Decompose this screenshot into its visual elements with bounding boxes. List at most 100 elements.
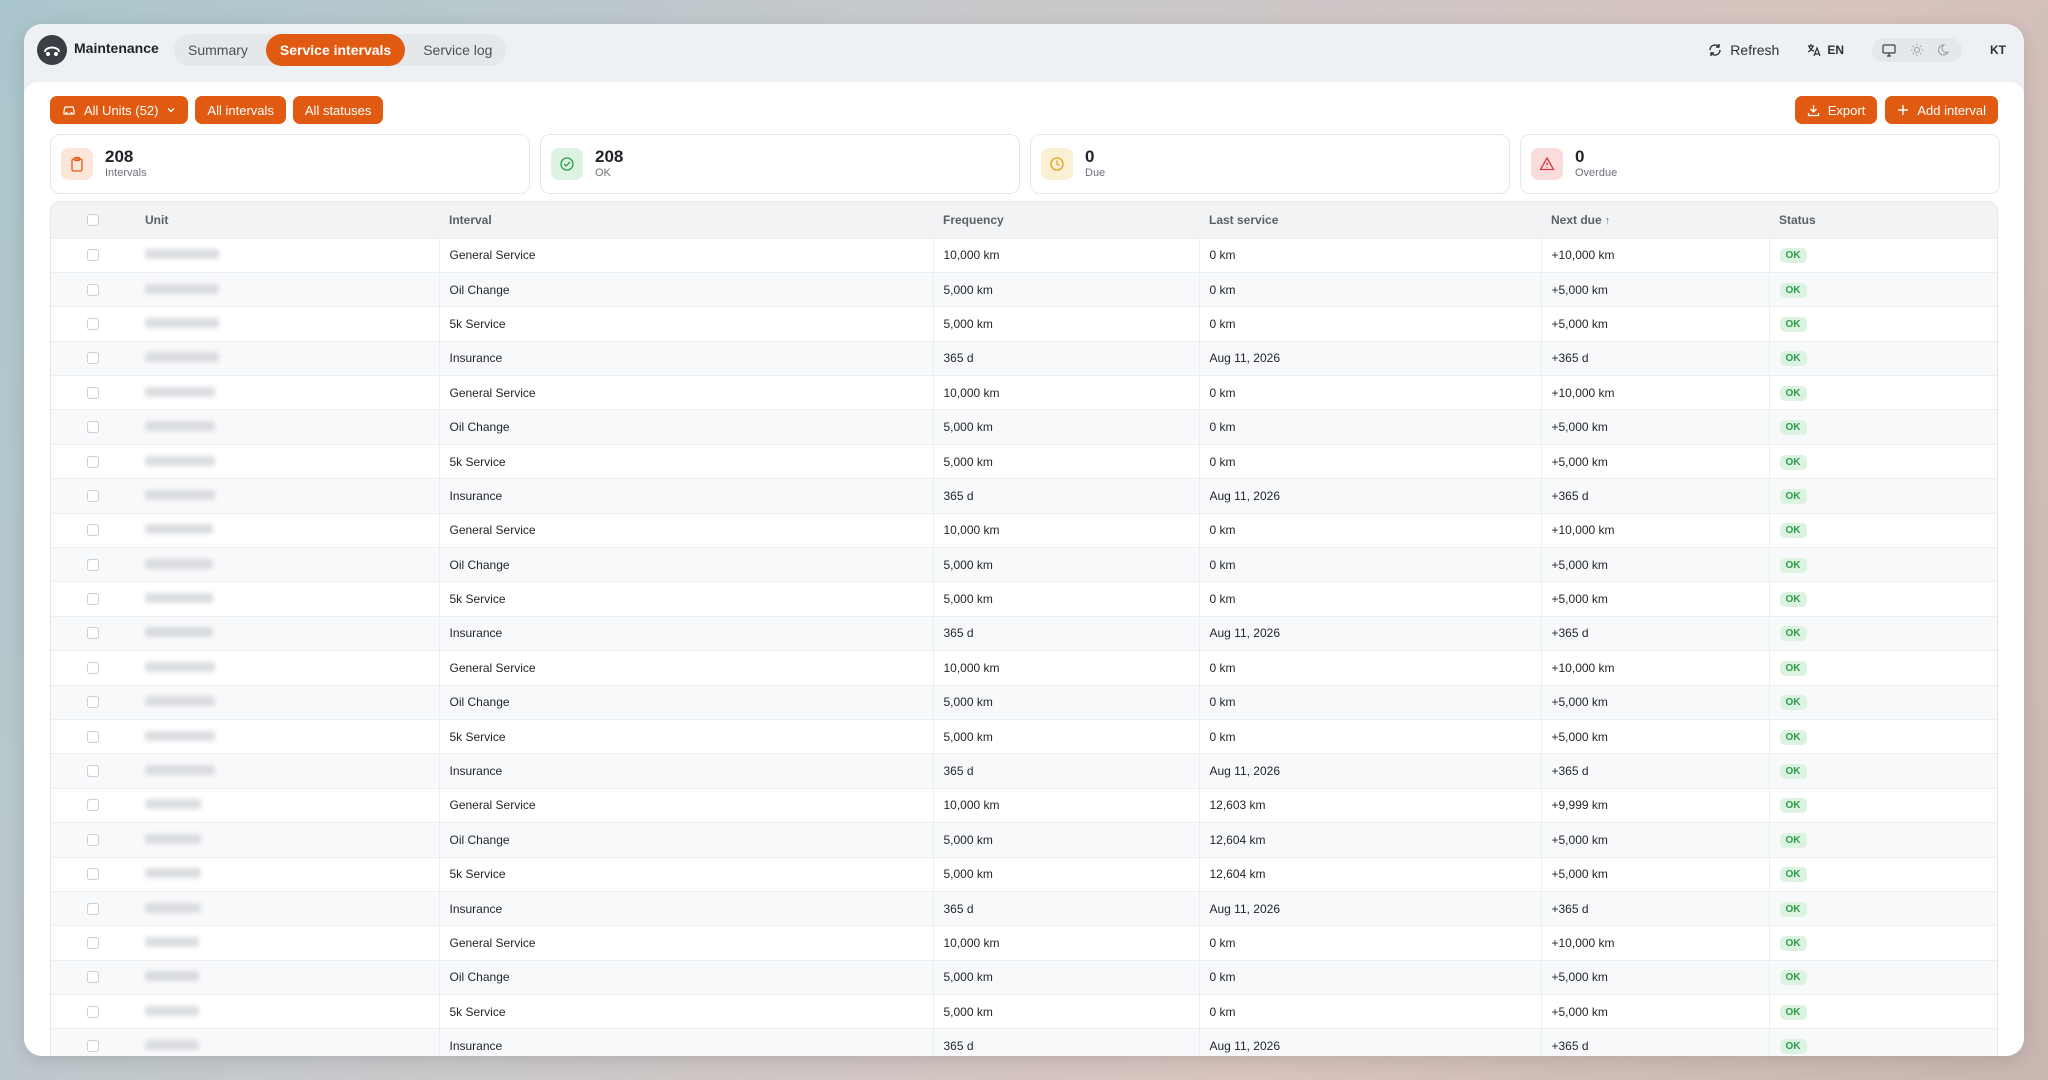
table-row[interactable]: Insurance 365 d Aug 11, 2026 +365 d OK xyxy=(51,341,1997,376)
add-interval-button[interactable]: Add interval xyxy=(1885,96,1998,124)
row-checkbox[interactable] xyxy=(87,283,99,296)
table-row[interactable]: Insurance 365 d Aug 11, 2026 +365 d OK xyxy=(51,1028,1997,1056)
row-checkbox[interactable] xyxy=(87,455,99,468)
frequency-cell: 5,000 km xyxy=(933,306,1200,342)
unit-name-redacted xyxy=(145,1040,199,1051)
unit-name-redacted xyxy=(145,765,215,776)
interval-cell: Oil Change xyxy=(439,409,934,445)
row-checkbox[interactable] xyxy=(87,937,99,949)
row-checkbox[interactable] xyxy=(87,386,99,399)
unit-name-redacted xyxy=(145,558,213,569)
table-row[interactable]: Oil Change 5,000 km 0 km +5,000 km OK xyxy=(51,960,1997,995)
header-unit[interactable]: Unit xyxy=(135,202,439,238)
unit-cell xyxy=(135,547,440,582)
header-last-service[interactable]: Last service xyxy=(1199,202,1541,238)
export-button[interactable]: Export xyxy=(1794,96,1878,124)
tab-service-intervals[interactable]: Service intervals xyxy=(265,34,406,66)
table-row[interactable]: General Service 10,000 km 0 km +10,000 km OK xyxy=(51,925,1997,961)
table-row[interactable]: Insurance 365 d Aug 11, 2026 +365 d OK xyxy=(51,753,1997,789)
header-interval[interactable]: Interval xyxy=(439,202,933,238)
sun-icon[interactable] xyxy=(1908,41,1926,59)
stats-row: 208 Intervals 208 OK 0 Due 0 Overdue xyxy=(50,134,2000,194)
table-row[interactable]: General Service 10,000 km 12,603 km +9,999 … xyxy=(51,788,1997,823)
next-due-cell: +5,000 km xyxy=(1541,272,1770,307)
table-row[interactable]: 5k Service 5,000 km 0 km +5,000 km OK xyxy=(51,719,1997,754)
intervals-filter[interactable]: All intervals xyxy=(195,96,286,124)
table-row[interactable]: Oil Change 5,000 km 0 km +5,000 km OK xyxy=(51,547,1997,582)
status-badge: OK xyxy=(1779,1039,1807,1055)
refresh-button[interactable]: Refresh xyxy=(1708,42,1779,58)
unit-name-redacted xyxy=(145,799,201,810)
user-avatar[interactable]: KT xyxy=(1990,43,2006,57)
table-row[interactable]: 5k Service 5,000 km 12,604 km +5,000 km OK xyxy=(51,857,1997,892)
table-row[interactable]: Insurance 365 d Aug 11, 2026 +365 d OK xyxy=(51,891,1997,926)
app-logo-icon xyxy=(37,35,67,65)
status-cell: OK xyxy=(1769,823,1997,857)
next-due-cell: +5,000 km xyxy=(1541,306,1770,342)
row-checkbox[interactable] xyxy=(87,1040,99,1053)
row-checkbox[interactable] xyxy=(87,627,99,640)
row-checkbox[interactable] xyxy=(87,1005,99,1018)
table-row[interactable]: Oil Change 5,000 km 12,604 km +5,000 km OK xyxy=(51,822,1997,858)
select-all-checkbox[interactable] xyxy=(87,213,99,226)
table-row[interactable]: General Service 10,000 km 0 km +10,000 km OK xyxy=(51,513,1997,548)
table-row[interactable]: Insurance 365 d Aug 11, 2026 +365 d OK xyxy=(51,478,1997,514)
status-cell: OK xyxy=(1769,926,1997,960)
table-row[interactable]: 5k Service 5,000 km 0 km +5,000 km OK xyxy=(51,444,1997,479)
header-next-due[interactable]: Next due ↑ xyxy=(1541,202,1769,238)
table-row[interactable]: Insurance 365 d Aug 11, 2026 +365 d OK xyxy=(51,616,1997,651)
tab-summary[interactable]: Summary xyxy=(174,34,262,66)
row-checkbox[interactable] xyxy=(87,868,99,881)
row-checkbox[interactable] xyxy=(87,352,99,365)
unit-cell xyxy=(135,857,440,892)
next-due-cell: +9,999 km xyxy=(1541,788,1770,823)
row-checkbox[interactable] xyxy=(87,524,99,537)
stat-ok-label: OK xyxy=(595,167,611,179)
table-row[interactable]: 5k Service 5,000 km 0 km +5,000 km OK xyxy=(51,581,1997,617)
table-row[interactable]: Oil Change 5,000 km 0 km +5,000 km OK xyxy=(51,272,1997,307)
row-checkbox[interactable] xyxy=(87,799,99,812)
next-due-cell: +5,000 km xyxy=(1541,822,1770,858)
next-due-cell: +10,000 km xyxy=(1541,375,1770,410)
row-checkbox[interactable] xyxy=(87,902,99,915)
row-checkbox[interactable] xyxy=(87,833,99,846)
row-checkbox[interactable] xyxy=(87,971,99,984)
table-row[interactable]: General Service 10,000 km 0 km +10,000 km OK xyxy=(51,375,1997,410)
status-cell: OK xyxy=(1769,651,1997,685)
table-row[interactable]: Oil Change 5,000 km 0 km +5,000 km OK xyxy=(51,685,1997,720)
units-filter[interactable]: All Units (52) xyxy=(50,96,189,124)
unit-cell xyxy=(135,272,440,307)
monitor-icon[interactable] xyxy=(1880,41,1898,59)
row-checkbox[interactable] xyxy=(87,249,99,262)
row-checkbox[interactable] xyxy=(87,730,99,743)
theme-switcher xyxy=(1872,38,1962,62)
tab-service-log[interactable]: Service log xyxy=(409,34,506,66)
status-badge: OK xyxy=(1779,385,1807,401)
row-select-cell xyxy=(51,960,135,994)
stat-overdue-label: Overdue xyxy=(1575,167,1618,179)
row-checkbox[interactable] xyxy=(87,661,99,674)
table-row[interactable]: General Service 10,000 km 0 km +10,000 km OK xyxy=(51,650,1997,686)
chevron-down-icon xyxy=(167,108,175,113)
status-cell: OK xyxy=(1769,376,1997,410)
row-checkbox[interactable] xyxy=(87,489,99,502)
row-checkbox[interactable] xyxy=(87,696,99,709)
table-row[interactable]: 5k Service 5,000 km 0 km +5,000 km OK xyxy=(51,994,1997,1029)
table-row[interactable]: Oil Change 5,000 km 0 km +5,000 km OK xyxy=(51,409,1997,445)
row-checkbox[interactable] xyxy=(87,593,99,606)
moon-icon[interactable] xyxy=(1936,41,1954,59)
table-row[interactable]: 5k Service 5,000 km 0 km +5,000 km OK xyxy=(51,306,1997,342)
table-row[interactable]: General Service 10,000 km 0 km +10,000 km OK xyxy=(51,238,1997,273)
unit-cell xyxy=(135,616,440,651)
app-window: Maintenance Summary Service intervals Se… xyxy=(24,24,2024,1056)
row-checkbox[interactable] xyxy=(87,421,99,434)
header-frequency[interactable]: Frequency xyxy=(933,202,1199,238)
row-checkbox[interactable] xyxy=(87,558,99,571)
row-checkbox[interactable] xyxy=(87,317,99,330)
frequency-cell: 5,000 km xyxy=(933,857,1200,892)
language-selector[interactable]: EN xyxy=(1807,43,1844,57)
row-checkbox[interactable] xyxy=(87,765,99,778)
statuses-filter[interactable]: All statuses xyxy=(292,96,384,124)
header-status[interactable]: Status xyxy=(1769,202,1997,238)
units-filter-label: All Units (52) xyxy=(84,102,159,118)
